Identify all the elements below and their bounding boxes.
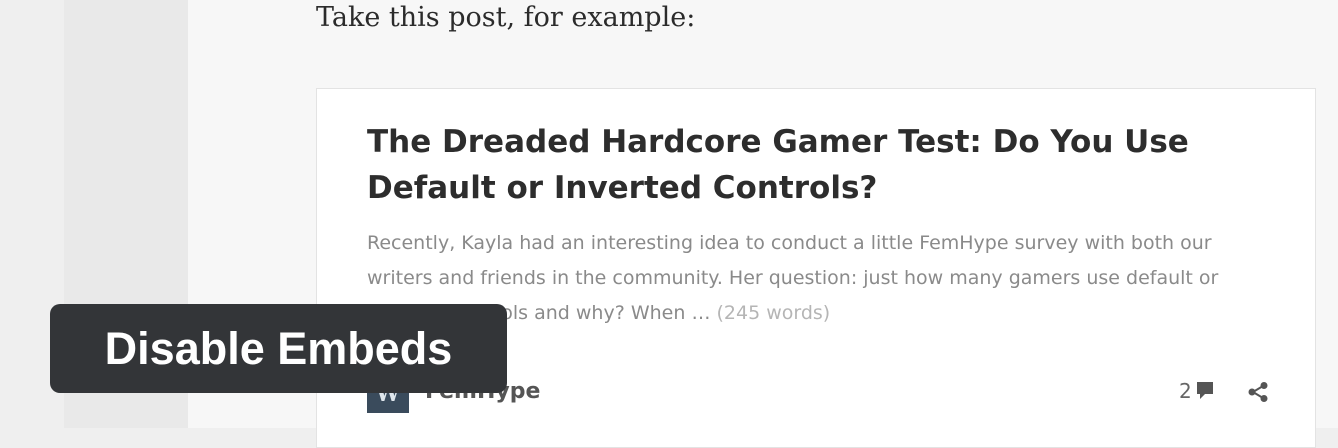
embed-title[interactable]: The Dreaded Hardcore Gamer Test: Do You … <box>367 119 1247 211</box>
share-icon[interactable] <box>1247 381 1269 403</box>
plugin-name-label: Disable Embeds <box>104 322 453 374</box>
plugin-name-badge: Disable Embeds <box>50 304 507 393</box>
intro-paragraph: Take this post, for example: <box>316 2 696 33</box>
word-count: (245 words) <box>716 302 831 324</box>
comment-count[interactable]: 2 <box>1179 379 1192 403</box>
comment-icon[interactable] <box>1196 381 1214 401</box>
embed-card[interactable]: The Dreaded Hardcore Gamer Test: Do You … <box>316 88 1316 448</box>
